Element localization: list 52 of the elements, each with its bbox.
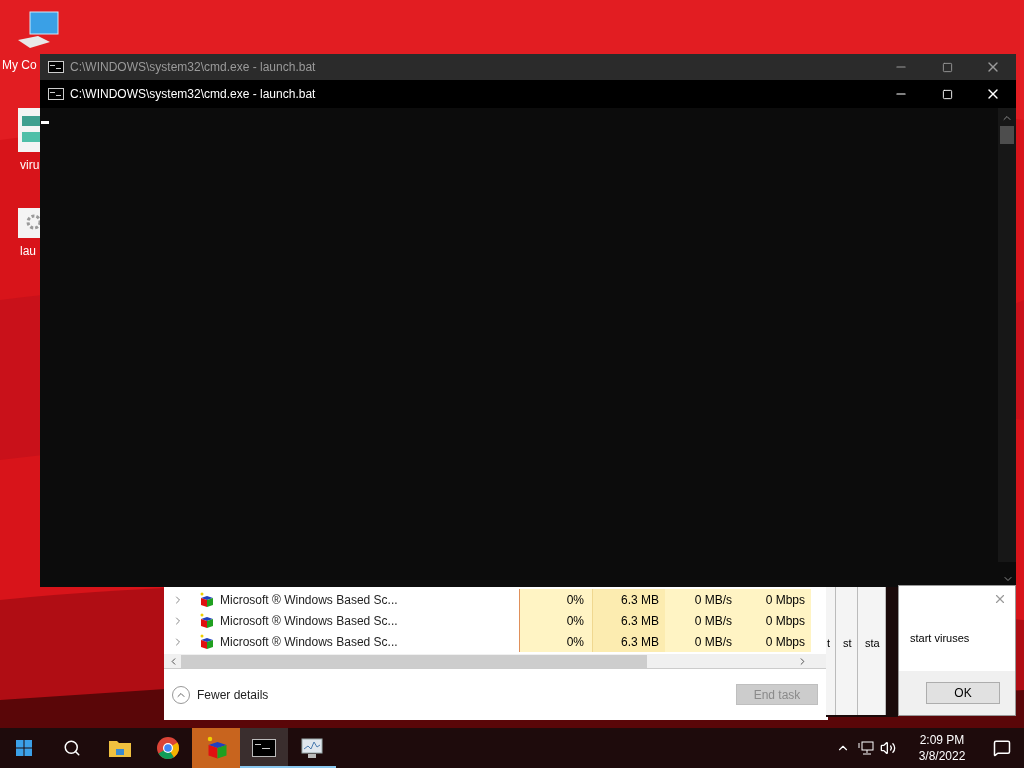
- clock-date: 3/8/2022: [918, 748, 966, 764]
- process-name: Microsoft ® Windows Based Sc...: [220, 591, 398, 609]
- search-icon: [63, 739, 81, 757]
- windows-logo-icon: [16, 740, 32, 756]
- memory-cell: 6.3 MB: [592, 631, 665, 652]
- script-icon[interactable]: [18, 108, 40, 152]
- dialog-message: sta: [865, 635, 880, 651]
- cpu-cell: 0%: [519, 610, 592, 631]
- dialog-message: start viruses: [909, 631, 971, 646]
- folder-icon: [109, 739, 131, 757]
- maximize-icon: [941, 61, 953, 73]
- console-icon: [252, 739, 276, 757]
- cube-icon: [198, 633, 214, 650]
- maximize-icon: [941, 88, 953, 100]
- fewer-details-button[interactable]: Fewer details: [172, 685, 269, 704]
- desktop-icon-label[interactable]: My Co: [2, 56, 37, 74]
- clock[interactable]: 2:09 PM 3/8/2022: [904, 732, 980, 764]
- cpu-cell: 0%: [519, 631, 592, 652]
- memory-cell: 6.3 MB: [592, 610, 665, 631]
- network-cell: 0 Mbps: [738, 589, 811, 610]
- dialog-message: st: [843, 635, 852, 651]
- window-title: C:\WINDOWS\system32\cmd.exe - launch.bat: [70, 86, 316, 103]
- process-name: Microsoft ® Windows Based Sc...: [220, 612, 398, 630]
- scrollbar-thumb[interactable]: [1000, 126, 1014, 144]
- clock-time: 2:09 PM: [919, 732, 965, 748]
- network-icon[interactable]: [858, 741, 874, 755]
- cube-icon: [198, 612, 214, 629]
- browser-icon: [157, 737, 179, 759]
- desktop-icon-label[interactable]: lau: [20, 242, 36, 260]
- window-title: C:\WINDOWS\system32\cmd.exe - launch.bat: [70, 59, 316, 76]
- cpu-cell: 0%: [519, 589, 592, 610]
- desktop-icon-label[interactable]: viru: [20, 156, 40, 174]
- scrollbar-thumb[interactable]: [181, 654, 647, 668]
- close-icon[interactable]: [993, 592, 1007, 606]
- volume-icon[interactable]: [880, 740, 896, 756]
- network-cell: 0 Mbps: [738, 610, 811, 631]
- disk-cell: 0 MB/s: [665, 589, 738, 610]
- performance-monitor-icon: [300, 737, 324, 759]
- disk-cell: 0 MB/s: [665, 631, 738, 652]
- gear-icon[interactable]: [18, 208, 40, 238]
- memory-cell: 6.3 MB: [592, 589, 665, 610]
- notifications-icon: [993, 739, 1011, 757]
- text-cursor: [41, 121, 49, 124]
- ok-button[interactable]: OK: [926, 682, 1000, 704]
- process-name: Microsoft ® Windows Based Sc...: [220, 633, 398, 651]
- network-cell: 0 Mbps: [738, 631, 811, 652]
- disk-cell: 0 MB/s: [665, 610, 738, 631]
- console-icon: [48, 88, 64, 100]
- console-icon: [48, 61, 64, 73]
- cube-icon: [198, 591, 214, 608]
- taskbar-button[interactable]: [240, 728, 288, 768]
- dialog-message: t: [827, 635, 831, 651]
